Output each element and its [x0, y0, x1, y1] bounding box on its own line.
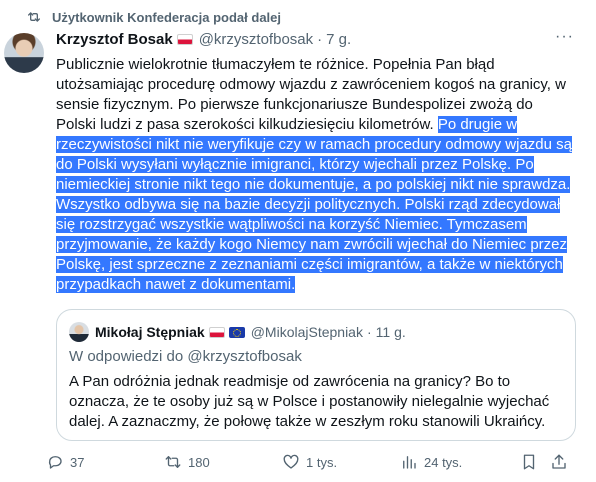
- quote-author-handle: @MikolajStepniak: [250, 324, 363, 340]
- header-separator: ·: [317, 31, 323, 48]
- quote-time: 11 g.: [375, 324, 406, 340]
- share-icon: [552, 454, 566, 469]
- eu-flag-icon: [228, 326, 245, 338]
- views-button[interactable]: 24 tys.: [400, 453, 520, 471]
- like-button[interactable]: 1 tys.: [282, 453, 400, 471]
- repost-text[interactable]: Użytkownik Konfederacja podał dalej: [52, 10, 281, 25]
- author-handle[interactable]: @krzysztofbosak: [199, 31, 313, 48]
- like-count: 1 tys.: [306, 454, 338, 470]
- retweet-count: 180: [188, 454, 210, 470]
- action-bar: 37 180 1 tys. 24 tys.: [46, 453, 586, 471]
- author-avatar[interactable]: [4, 33, 44, 73]
- poland-flag-icon: [208, 326, 225, 338]
- reply-icon: [48, 456, 62, 469]
- reply-button[interactable]: 37: [46, 453, 164, 471]
- repost-indicator[interactable]: Użytkownik Konfederacja podał dalej: [26, 9, 281, 25]
- quoted-tweet[interactable]: Mikołaj Stępniak @MikolajStepniak · 11 g…: [56, 309, 576, 441]
- reply-count: 37: [70, 454, 85, 470]
- quote-separator: ·: [366, 324, 372, 340]
- views-icon: [403, 456, 416, 469]
- repost-icon: [28, 12, 40, 22]
- tweet-text: Publicznie wielokrotnie tłumaczyłem te r…: [56, 55, 576, 295]
- retweet-icon: [165, 456, 181, 468]
- tweet-time[interactable]: 7 g.: [326, 31, 351, 48]
- bookmark-icon: [523, 454, 535, 470]
- bookmark-button[interactable]: [520, 453, 550, 471]
- quote-header: Mikołaj Stępniak @MikolajStepniak · 11 g…: [69, 322, 406, 342]
- heart-icon: [283, 454, 299, 469]
- more-options-button[interactable]: ···: [555, 28, 574, 46]
- author-name[interactable]: Krzysztof Bosak: [56, 31, 173, 48]
- retweet-button[interactable]: 180: [164, 453, 282, 471]
- share-button[interactable]: [550, 453, 580, 471]
- quote-reply-context: W odpowiedzi do @krzysztofbosak: [69, 348, 302, 365]
- tweet-header: Krzysztof Bosak @krzysztofbosak · 7 g.: [56, 31, 351, 48]
- views-count: 24 tys.: [424, 454, 463, 470]
- quote-author-name: Mikołaj Stępniak: [95, 324, 205, 340]
- quote-text: A Pan odróżnia jednak readmisje od zawró…: [69, 373, 550, 430]
- quote-author-avatar: [69, 322, 89, 342]
- poland-flag-icon: [176, 34, 193, 45]
- tweet-text-selected: Po drugie w rzeczywistości nikt nie wery…: [56, 116, 573, 293]
